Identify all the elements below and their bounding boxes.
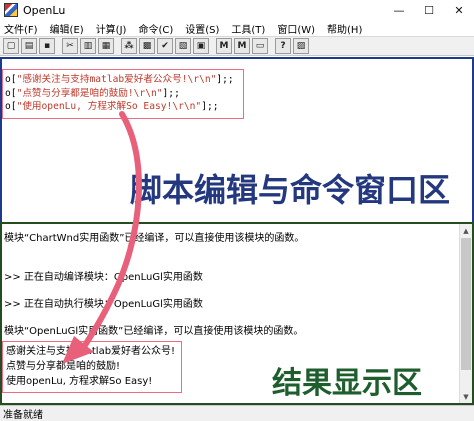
code-line[interactable]: o["使用openLu, 方程求解So Easy!\r\n"];;	[5, 100, 241, 114]
paste-icon[interactable]: ▦	[98, 38, 114, 54]
help-icon[interactable]: ?	[275, 38, 291, 54]
app-icon	[4, 3, 18, 17]
macro-icon[interactable]: M	[234, 38, 250, 54]
stop-icon[interactable]: ▣	[193, 38, 209, 54]
editor-zone-label: 脚本编辑与命令窗口区	[130, 171, 451, 209]
window-title: OpenLu	[23, 3, 66, 17]
result-line: 模块“OpenLuGl实用函数”已经编译，可以直接使用该模块的函数。	[4, 326, 304, 337]
find-icon[interactable]: ▧	[175, 38, 191, 54]
result-line: 模块“ChartWnd实用函数”已经编译，可以直接使用该模块的函数。	[4, 233, 305, 244]
menu-tools[interactable]: 工具(T)	[231, 21, 265, 36]
menu-compute[interactable]: 计算(J)	[96, 21, 127, 36]
output-line: 感谢关注与支持matlab爱好者公众号!	[6, 346, 176, 357]
scroll-down-icon[interactable]: ▼	[460, 390, 472, 403]
check-icon[interactable]: ✔	[157, 38, 173, 54]
output-line: 点赞与分享都是咱的鼓励!	[6, 361, 121, 372]
open-file-icon[interactable]: ▤	[21, 38, 37, 54]
cut-icon[interactable]: ✂	[62, 38, 78, 54]
save-icon[interactable]: ▪	[39, 38, 55, 54]
run-icon[interactable]: ⁂	[121, 38, 137, 54]
window-icon[interactable]: ▭	[252, 38, 268, 54]
about-icon[interactable]: ▨	[293, 38, 309, 54]
scroll-up-icon[interactable]: ▲	[460, 224, 472, 237]
result-line: >> 正在自动编译模块：OpenLuGl实用函数	[4, 272, 203, 283]
menu-file[interactable]: 文件(F)	[4, 21, 38, 36]
macro-icon[interactable]: M	[216, 38, 232, 54]
toolbar: ▢ ▤ ▪ ✂ ▥ ▦ ⁂ ▩ ✔ ▧ ▣ M M ▭ ? ▨	[0, 36, 474, 56]
close-button[interactable]: ✕	[444, 0, 474, 20]
result-zone-label: 结果显示区	[272, 366, 422, 401]
menu-command[interactable]: 命令(C)	[138, 21, 173, 36]
output-highlight-box: 感谢关注与支持matlab爱好者公众号! 点赞与分享都是咱的鼓励! 使用open…	[2, 341, 182, 393]
minimize-button[interactable]: —	[384, 0, 414, 20]
window-controls: — ☐ ✕	[384, 0, 474, 20]
title-bar: OpenLu — ☐ ✕	[0, 0, 474, 20]
result-pane[interactable]: 模块“ChartWnd实用函数”已经编译，可以直接使用该模块的函数。 >> 正在…	[0, 224, 474, 405]
result-line: >> 正在自动执行模块：OpenLuGl实用函数	[4, 299, 203, 310]
compile-icon[interactable]: ▩	[139, 38, 155, 54]
code-highlight-box: o["感谢关注与支持matlab爱好者公众号!\r\n"];; o["点赞与分享…	[2, 69, 244, 119]
copy-icon[interactable]: ▥	[80, 38, 96, 54]
scroll-thumb[interactable]	[461, 238, 471, 370]
output-line: 使用openLu, 方程求解So Easy!	[6, 376, 153, 387]
status-bar: 准备就绪	[0, 405, 474, 421]
code-line[interactable]: o["感谢关注与支持matlab爱好者公众号!\r\n"];;	[5, 73, 241, 87]
menu-help[interactable]: 帮助(H)	[327, 21, 362, 36]
script-editor[interactable]: o["感谢关注与支持matlab爱好者公众号!\r\n"];; o["点赞与分享…	[0, 57, 474, 222]
maximize-button[interactable]: ☐	[414, 0, 444, 20]
status-text: 准备就绪	[3, 410, 43, 421]
menu-bar: 文件(F) 编辑(E) 计算(J) 命令(C) 设置(S) 工具(T) 窗口(W…	[0, 20, 474, 36]
new-file-icon[interactable]: ▢	[3, 38, 19, 54]
menu-edit[interactable]: 编辑(E)	[50, 21, 84, 36]
menu-settings[interactable]: 设置(S)	[185, 21, 219, 36]
menu-window[interactable]: 窗口(W)	[277, 21, 315, 36]
result-scrollbar[interactable]: ▲ ▼	[459, 224, 472, 403]
code-line[interactable]: o["点赞与分享都是咱的鼓励!\r\n"];;	[5, 87, 241, 101]
